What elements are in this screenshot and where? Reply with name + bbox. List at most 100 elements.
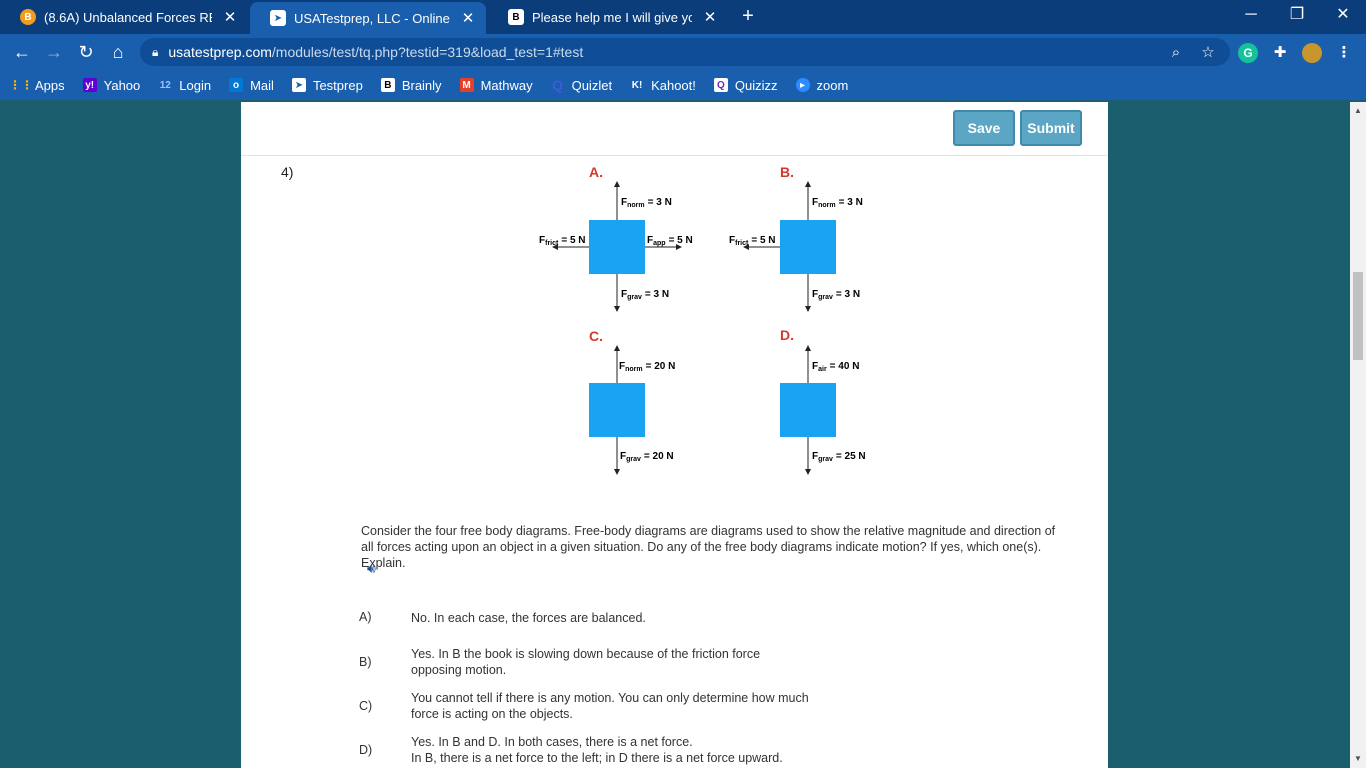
bookmark-label: zoom [816,77,849,93]
bookmark-label: Apps [35,77,65,93]
diagram-c: C. Fnorm = 20 N Fgrav = 20 N [589,328,675,475]
save-button[interactable]: Save [953,110,1015,146]
zoom-magnifier-icon[interactable]: ⌕ [1166,43,1186,63]
extensions-puzzle-icon[interactable]: ✚ [1270,43,1290,63]
choice-a-text[interactable]: No. In each case, the forces are balance… [411,610,831,626]
grammarly-icon[interactable]: G [1238,43,1258,63]
yahoo-icon: y! [82,78,97,92]
diagram-b: B. Fnorm = 3 N Fgrav = 3 N Ffrict = 5 N [729,164,863,312]
close-icon[interactable]: ✕ [460,9,476,27]
tab-brainly-help[interactable]: B Please help me I will give you the ✕ [488,0,728,34]
bookmark-label: Testprep [312,77,363,93]
close-window-icon[interactable]: ✕ [1320,0,1366,30]
bookmark-label: Kahoot! [651,77,696,93]
bookmark-testprep[interactable]: ➤ Testprep [291,77,363,93]
question-prompt: Consider the four free body diagrams. Fr… [361,524,1056,570]
diagram-a-box [589,220,645,274]
force-d-up: Fair = 40 N [812,361,859,373]
diagram-d-box [780,383,836,437]
force-a-left: Ffrict = 5 N [539,235,586,247]
bookmark-label: Mail [250,77,274,93]
scroll-thumb[interactable] [1353,272,1363,360]
bookmark-label: Yahoo [103,77,141,93]
tab-title: USATestprep, LLC - Online State- [294,10,450,26]
reload-icon[interactable]: ↻ [74,40,98,64]
speaker-icon[interactable]: 🔊︎ [367,560,376,577]
menu-kebab-icon[interactable]: ⋮ [1334,43,1354,63]
diagram-d-label: D. [780,327,794,343]
bookmark-label: Quizizz [734,77,778,93]
quizizz-icon: Q [713,78,728,92]
bookmark-mail[interactable]: o Mail [229,78,274,93]
bookmark-brainly[interactable]: B Brainly [380,77,442,93]
login-icon: 12 [159,79,171,91]
bookmark-zoom[interactable]: ▸ zoom [795,77,849,93]
page-scrollbar[interactable]: ▲ ▼ [1350,102,1366,768]
force-c-down: Fgrav = 20 N [620,451,674,463]
diagram-a: A. Fnorm = 3 N Fgrav = 3 N Ffrict = 5 N Fap… [539,164,693,312]
label-a: A. [852,157,867,161]
scroll-down-arrow-icon[interactable]: ▼ [1350,752,1366,766]
home-icon[interactable]: ⌂ [106,40,130,64]
choice-d-text[interactable]: Yes. In B and D. In both cases, there is… [411,734,851,766]
choice-a-letter[interactable]: A) [359,610,372,624]
back-arrow-icon[interactable]: ← [10,40,34,64]
diagram-c-label: C. [589,328,603,344]
diagram-d: D. Fair = 40 N Fgrav = 25 N [780,327,866,475]
forward-arrow-icon[interactable]: → [42,40,66,64]
force-b-up: Fnorm = 3 N [812,197,863,209]
bookmark-apps[interactable]: ⋮⋮ Apps [9,77,65,93]
bookmark-quizizz[interactable]: Q Quizizz [713,77,778,93]
force-d-down: Fgrav = 25 N [812,451,866,463]
restore-icon[interactable]: ❐ [1274,0,1320,30]
choice-d-letter[interactable]: D) [359,743,372,757]
bookmark-kahoot[interactable]: K! Kahoot! [630,78,696,93]
testprep-icon: ➤ [291,78,306,92]
close-icon[interactable]: ✕ [222,8,238,26]
bookmark-star-icon[interactable]: ☆ [1198,43,1218,63]
bookmark-label: Brainly [401,77,442,93]
url-path: /modules/test/tq.php?testid=319&load_tes… [271,44,584,60]
address-bar[interactable]: 🔒︎ usatestprep.com/modules/test/tq.php?t… [140,38,1230,66]
bookmark-quizlet[interactable]: Q Quizlet [551,77,613,93]
brainly-favicon-icon: B [508,9,524,25]
profile-avatar[interactable] [1302,43,1322,63]
choice-b-letter[interactable]: B) [359,655,372,669]
apps-grid-icon: ⋮⋮ [9,78,33,92]
choice-b-text[interactable]: Yes. In B the book is slowing down becau… [411,646,811,678]
bookmark-label: Quizlet [571,77,613,93]
bookmark-login[interactable]: 12 Login [158,78,211,93]
bookmark-yahoo[interactable]: y! Yahoo [82,77,141,93]
diagram-a-label: A. [589,164,603,180]
usatestprep-favicon-icon: ➤ [270,10,286,26]
new-tab-plus-icon[interactable]: + [736,5,760,28]
diagram-c-box [589,383,645,437]
force-b-down: Fgrav = 3 N [812,289,860,301]
scroll-up-arrow-icon[interactable]: ▲ [1350,104,1366,118]
mathway-icon: M [459,78,474,92]
choice-c-text[interactable]: You cannot tell if there is any motion. … [411,690,811,722]
submit-button[interactable]: Submit [1020,110,1082,146]
force-a-right: Fapp = 5 N [647,235,693,247]
force-c-up: Fnorm = 20 N [619,361,675,373]
page-viewport: Save Submit 4) A. A. Fnorm= 3 N Fgrav= 3 [0,102,1350,768]
bookmark-mathway[interactable]: M Mathway [459,77,533,93]
tab-unbalanced-forces[interactable]: B (8.6A) Unbalanced Forces REQ ✕ [0,0,248,34]
force-a-up: Fnorm = 3 N [621,197,672,209]
kahoot-icon: K! [631,79,643,91]
bookmarks-bar: ⋮⋮ Apps y! Yahoo 12 Login o Mail ➤ Testprep B… [0,70,1366,100]
brainly-icon: B [380,78,395,92]
brainly-favicon-icon: B [20,9,36,25]
tab-usatestprep[interactable]: ➤ USATestprep, LLC - Online State- ✕ [250,2,486,34]
lock-icon: 🔒︎ [152,44,159,59]
force-a-down: Fgrav = 3 N [621,289,669,301]
force-b-left: Ffrict = 5 N [729,235,776,247]
mail-icon: o [229,78,244,92]
close-icon[interactable]: ✕ [702,8,718,26]
choice-c-letter[interactable]: C) [359,699,372,713]
minimize-icon[interactable]: ─ [1228,0,1274,30]
free-body-diagrams: A. A. Fnorm= 3 N Fgrav= 3 N Ffrict= 5 N … [539,157,867,475]
bookmark-label: Mathway [480,77,533,93]
bookmark-label: Login [179,77,212,93]
test-panel: Save Submit 4) A. A. Fnorm= 3 N Fgrav= 3 [241,102,1108,768]
